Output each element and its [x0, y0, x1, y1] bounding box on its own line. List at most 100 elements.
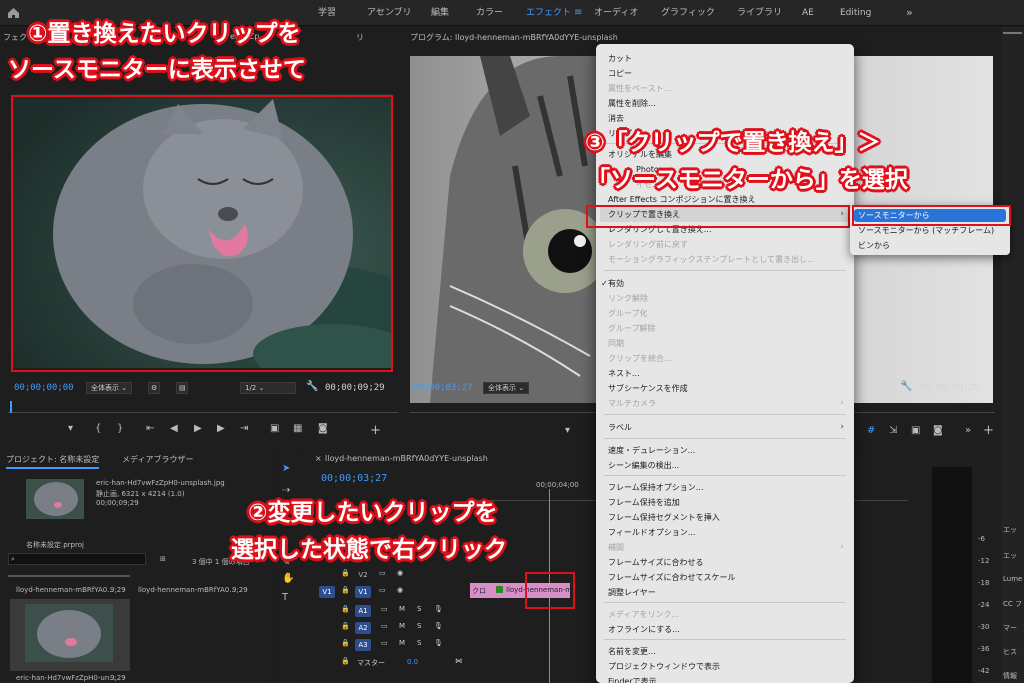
- track-a2-solo[interactable]: S: [417, 622, 421, 630]
- right-panel-lumetri[interactable]: Lume: [1003, 575, 1022, 583]
- timeline-timecode[interactable]: 00;00;03;27: [321, 473, 387, 484]
- menu-group[interactable]: グループ化: [608, 307, 648, 320]
- menu-frame-hold-options[interactable]: フレーム保持オプション...: [608, 481, 703, 494]
- play-icon[interactable]: ▶: [194, 423, 202, 434]
- menu-reveal-in-project[interactable]: プロジェクトウィンドウで表示: [608, 660, 720, 673]
- go-to-out-icon[interactable]: ⇥: [240, 423, 248, 434]
- ws-tab-graphics[interactable]: グラフィック: [661, 0, 715, 26]
- menu-label[interactable]: ラベル: [608, 421, 632, 434]
- right-panel-info[interactable]: 情報: [1003, 671, 1017, 681]
- media-browser-tab[interactable]: メディアブラウザー: [122, 454, 193, 465]
- menu-interpolation[interactable]: 補間: [608, 541, 624, 554]
- track-a1-lock-icon[interactable]: 🔒: [341, 605, 350, 613]
- program-title[interactable]: プログラム: lloyd-henneman-mBRfYA0dYYE-unspla…: [410, 32, 618, 43]
- source-patch-v1[interactable]: V1: [319, 586, 335, 598]
- project-item-3-card[interactable]: [10, 599, 130, 671]
- menu-adjustment-layer[interactable]: 調整レイヤー: [608, 586, 656, 599]
- source-tab-effects[interactable]: フェク: [3, 32, 27, 43]
- menu-rename[interactable]: 名前を変更...: [608, 645, 656, 658]
- track-v2-label[interactable]: V2: [355, 569, 371, 581]
- right-panel-effect-controls[interactable]: エッ: [1003, 551, 1017, 561]
- ws-tab-audio[interactable]: オーディオ: [594, 0, 638, 26]
- ws-menu-icon[interactable]: ≡: [574, 0, 582, 26]
- track-v1-sync-icon[interactable]: ▭: [379, 586, 386, 594]
- track-a3-sync-icon[interactable]: ▭: [381, 639, 388, 647]
- right-panel-effects[interactable]: エッ: [1003, 525, 1017, 535]
- track-a3-lock-icon[interactable]: 🔒: [341, 639, 350, 647]
- source-timeline-ruler[interactable]: [8, 401, 398, 413]
- menu-scale-frame-size[interactable]: フレームサイズに合わせてスケール: [608, 571, 736, 584]
- track-a1-solo[interactable]: S: [417, 605, 421, 613]
- menu-remove-attributes[interactable]: 属性を削除...: [608, 97, 656, 110]
- hand-tool-icon[interactable]: ✋: [282, 573, 294, 584]
- mark-out-icon[interactable]: }: [117, 423, 123, 434]
- program-wrench-icon[interactable]: 🔧: [900, 381, 912, 392]
- menu-cut[interactable]: カット: [608, 52, 632, 65]
- track-v2-eye-icon[interactable]: ◉: [397, 569, 403, 577]
- source-tab-extra[interactable]: リ: [356, 32, 364, 43]
- go-to-in-icon[interactable]: ⇤: [146, 423, 154, 434]
- menu-restore-unrendered[interactable]: レンダリング前に戻す: [608, 238, 688, 251]
- program-more-icon[interactable]: »: [965, 425, 971, 436]
- home-icon[interactable]: [7, 6, 20, 19]
- track-a1-label[interactable]: A1: [355, 605, 371, 617]
- master-volume[interactable]: 0.0: [407, 658, 418, 666]
- menu-insert-frame-hold[interactable]: フレーム保持セグメントを挿入: [608, 511, 720, 524]
- track-a1-mute[interactable]: M: [399, 605, 405, 613]
- step-forward-icon[interactable]: ▶: [217, 423, 225, 434]
- source-add-button-icon[interactable]: +: [370, 423, 381, 438]
- ws-tab-edit[interactable]: 編集: [431, 0, 449, 26]
- step-back-icon[interactable]: ◀: [170, 423, 178, 434]
- menu-paste-attributes[interactable]: 属性をペースト...: [608, 82, 671, 95]
- menu-enable[interactable]: 有効: [608, 277, 624, 290]
- program-timecode[interactable]: 00;00;03;27: [413, 383, 473, 393]
- menu-set-frame-size[interactable]: フレームサイズに合わせる: [608, 556, 704, 569]
- menu-ungroup[interactable]: グループ解除: [608, 322, 656, 335]
- ws-tab-editing[interactable]: Editing: [840, 0, 871, 26]
- menu-make-offline[interactable]: オフラインにする...: [608, 623, 680, 636]
- program-marker-icon[interactable]: ▾: [565, 425, 570, 436]
- insert-icon[interactable]: ▣: [270, 423, 279, 434]
- camera-icon[interactable]: ◙: [318, 423, 328, 434]
- more-workspaces-icon[interactable]: »: [906, 0, 913, 26]
- track-a2-sync-icon[interactable]: ▭: [381, 622, 388, 630]
- program-grid-icon[interactable]: #: [867, 425, 875, 436]
- source-settings-icon[interactable]: ⚙: [148, 382, 160, 394]
- menu-reveal-in-finder[interactable]: Finderで表示: [608, 675, 657, 683]
- menu-link-media[interactable]: メディアをリンク...: [608, 608, 679, 621]
- source-zoom-select[interactable]: 全体表示 ⌄: [86, 382, 133, 394]
- project-item-name-1[interactable]: lloyd-henneman-mBRfYA0...: [16, 586, 114, 594]
- menu-add-frame-hold[interactable]: フレーム保持を追加: [608, 496, 680, 509]
- ws-tab-color[interactable]: カラー: [476, 0, 503, 26]
- track-v1-eye-icon[interactable]: ◉: [397, 586, 403, 594]
- selection-tool-icon[interactable]: ➤: [282, 463, 290, 474]
- menu-synchronize[interactable]: 同期: [608, 337, 624, 350]
- source-timecode[interactable]: 00;00;00;00: [14, 383, 74, 393]
- overwrite-icon[interactable]: ▦: [293, 423, 302, 434]
- track-a2-mic-icon[interactable]: 🎙: [434, 622, 443, 630]
- submenu-from-bin[interactable]: ビンから: [858, 239, 890, 252]
- right-panel-history[interactable]: ヒス: [1003, 647, 1017, 657]
- track-a3-mic-icon[interactable]: 🎙: [434, 639, 443, 647]
- ws-tab-effects[interactable]: エフェクト: [526, 0, 571, 26]
- track-a2-mute[interactable]: M: [399, 622, 405, 630]
- track-a1-sync-icon[interactable]: ▭: [381, 605, 388, 613]
- menu-nest[interactable]: ネスト...: [608, 367, 640, 380]
- track-a3-mute[interactable]: M: [399, 639, 405, 647]
- source-wrench-icon[interactable]: 🔧: [306, 381, 318, 392]
- track-v2-sync-icon[interactable]: ▭: [379, 569, 386, 577]
- menu-export-mogrt[interactable]: モーショングラフィックステンプレートとして書き出し...: [608, 253, 815, 266]
- track-a3-label[interactable]: A3: [355, 639, 371, 651]
- track-a1-mic-icon[interactable]: 🎙: [434, 605, 443, 613]
- track-a2-label[interactable]: A2: [355, 622, 371, 634]
- track-a2-lock-icon[interactable]: 🔒: [341, 622, 350, 630]
- project-item-name-3[interactable]: eric-han-Hd7vwFzZpH0-un...: [16, 674, 116, 682]
- menu-speed-duration[interactable]: 速度・デュレーション...: [608, 444, 695, 457]
- right-panel-cc[interactable]: CC フ: [1003, 599, 1022, 609]
- track-v2-lock-icon[interactable]: 🔒: [341, 569, 350, 577]
- project-search-input[interactable]: ⌕: [8, 553, 146, 565]
- new-bin-icon[interactable]: ⊞: [160, 555, 166, 563]
- menu-unlink[interactable]: リンク解除: [608, 292, 648, 305]
- program-compare-icon[interactable]: ▣: [911, 425, 920, 436]
- menu-copy[interactable]: コピー: [608, 67, 632, 80]
